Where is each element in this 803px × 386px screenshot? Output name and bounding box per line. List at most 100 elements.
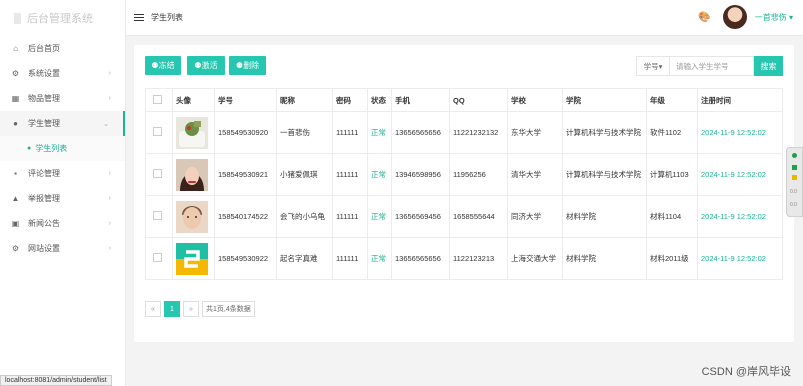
row-checkbox[interactable] [153,127,162,136]
users-icon: ● [27,145,32,152]
status-text: 正常 [367,237,392,280]
student-avatar-image [176,116,208,149]
sidebar-item-goods[interactable]: ▦ 物品管理 › [0,86,125,111]
column-header: 密码 [332,88,368,112]
chevron-right-icon: › [108,220,111,227]
avatar[interactable] [722,5,747,29]
sidebar-item-label: 系统设置 [28,69,60,78]
status-text: 正常 [367,111,392,154]
student-id: 158540174522 [214,195,277,238]
sidebar-subitem-student-list[interactable]: ● 学生列表 [0,136,125,161]
college: 计算机科学与技术学院 [562,111,647,154]
row-checkbox[interactable] [153,169,162,178]
activate-button[interactable]: ⚉ 激活 [187,56,225,75]
sidebar-item-website[interactable]: ⚙ 网站设置 › [0,236,125,261]
select-all-checkbox[interactable] [153,94,162,104]
search-button[interactable]: 搜索 [754,56,783,76]
phone: 13656565656 [391,111,450,154]
chevron-right-icon: › [108,70,111,77]
student-id: 158549530921 [214,153,277,196]
school: 东华大学 [507,111,563,154]
search-input[interactable]: 请输入学生学号 [670,56,754,76]
sidebar-item-news[interactable]: ▣ 新闻公告 › [0,211,125,236]
username: 一首悲伤 [754,12,787,22]
page-button-1[interactable]: 1 [164,301,180,317]
qq: 1658555644 [449,195,508,238]
sidebar-item-students[interactable]: ● 学生管理 ⌄ [0,111,125,136]
menu-toggle-icon[interactable] [134,13,144,22]
column-header: 手机 [391,88,450,112]
status-dot-icon [792,153,797,158]
palette-icon[interactable]: 🎨 [698,12,710,23]
register-time: 2024-11-9 12:52:02 [697,237,783,280]
sidebar-item-system[interactable]: ⚙ 系统设置 › [0,61,125,86]
freeze-button[interactable]: ⚉ 冻结 [145,56,181,75]
chevron-right-icon: › [108,245,111,252]
search-field-select[interactable]: 学号 ▾ [636,56,670,76]
gear-icon: ⚙ [11,69,20,78]
prev-page-button[interactable]: « [145,301,161,317]
page-title: 学生列表 [151,13,183,22]
select-all-cell[interactable] [145,88,173,112]
top-bar: 学生列表 🎨 一首悲伤 ▾ [126,0,803,36]
student-id: 158549530920 [214,111,277,154]
phone: 13656565656 [391,237,450,280]
qq: 11956256 [449,153,508,196]
grade: 软件1102 [646,111,698,154]
student-avatar-image [176,242,208,275]
grid-icon: ▦ [11,94,20,103]
floating-toolbox[interactable]: 0.0 0.0 [786,147,803,217]
status-text: 正常 [367,153,392,196]
grade: 材料2011级 [646,237,698,280]
column-header: 昵称 [276,88,333,112]
college: 计算机科学与技术学院 [562,153,647,196]
user-menu[interactable]: 一首悲伤 ▾ [755,12,793,23]
table-row[interactable]: 158549530920 一首悲伤 111111 正常 13656565656 … [145,111,783,154]
sidebar: 后台管理系统 ⌂ 后台首页 ⚙ 系统设置 › ▦ 物品管理 › ● 学生管理 ⌄ ● 学生列表 … [0,0,126,386]
sidebar-item-reports[interactable]: ▲ 举报管理 › [0,186,125,211]
student-avatar-image [176,200,208,233]
student-avatar-image [176,158,208,191]
sidebar-item-label: 物品管理 [28,94,60,103]
column-header: 学院 [562,88,647,112]
phone: 13946598956 [391,153,450,196]
users-icon: ● [13,119,18,128]
column-header: 学校 [507,88,563,112]
school: 上海交通大学 [507,237,563,280]
nickname: 一首悲伤 [276,111,333,154]
user-icon: ⚉ [194,61,202,70]
home-icon: ⌂ [13,44,18,53]
news-icon: ▣ [11,219,20,228]
logo-mark-icon [14,12,21,24]
grade: 材料1104 [646,195,698,238]
page-info: 共1页,4条数据 [202,301,255,317]
password: 111111 [332,111,368,154]
table-row[interactable]: 158549530921 小猪爱佩琪 111111 正常 13946598956… [145,153,783,196]
college: 材料学院 [562,195,647,238]
student-list-panel: ⚉ 冻结 ⚉ 激活 ⚉ 删除 学号 ▾ 请输入学生学号 搜索 头像 学号 昵称 密码 状… [134,45,794,342]
column-header: 年级 [646,88,698,112]
table-header-row: 头像 学号 昵称 密码 状态 手机 QQ 学校 学院 年级 注册时间 [145,88,783,112]
row-checkbox[interactable] [153,253,162,262]
table-row[interactable]: 158540174522 会飞的小乌龟 111111 正常 1365656945… [145,195,783,238]
delete-button[interactable]: ⚉ 删除 [229,56,266,75]
register-time: 2024-11-9 12:52:02 [697,195,783,238]
sidebar-item-label: 网站设置 [28,244,60,253]
sidebar-item-home[interactable]: ⌂ 后台首页 [0,36,125,61]
next-page-button[interactable]: » [183,301,199,317]
password: 111111 [332,195,368,238]
comment-icon: ▪ [14,169,17,178]
toolbox-value: 0.0 [790,189,797,195]
chevron-right-icon: › [108,95,111,102]
table-row[interactable]: 158549530922 起名字真难 111111 正常 13656565656… [145,237,783,280]
sidebar-item-comments[interactable]: ▪ 评论管理 › [0,161,125,186]
user-icon: ⚉ [151,61,159,70]
chevron-down-icon: ⌄ [103,120,109,128]
nickname: 会飞的小乌龟 [276,195,333,238]
school: 清华大学 [507,153,563,196]
student-table: 头像 学号 昵称 密码 状态 手机 QQ 学校 学院 年级 注册时间 15854… [145,88,783,280]
row-checkbox[interactable] [153,211,162,220]
college: 材料学院 [562,237,647,280]
student-id: 158549530922 [214,237,277,280]
app-logo[interactable]: 后台管理系统 [0,0,125,36]
